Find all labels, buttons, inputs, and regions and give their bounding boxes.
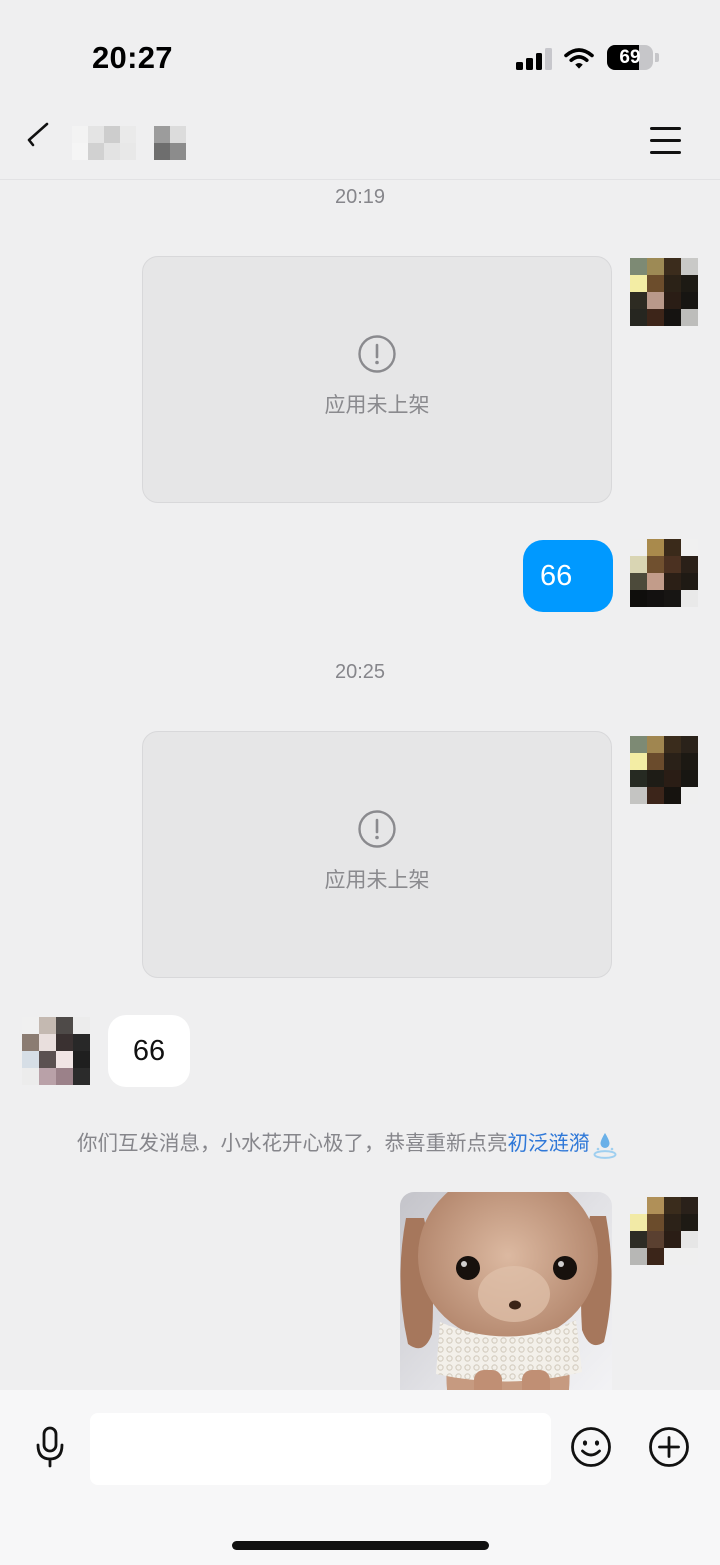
emoji-button[interactable]: [569, 1425, 613, 1469]
battery-tip: [655, 53, 659, 62]
status-time: 20:27: [92, 40, 173, 75]
app-share-card[interactable]: 应用未上架: [142, 731, 612, 978]
microphone-icon: [36, 1426, 64, 1468]
exclamation-circle-icon: [358, 810, 396, 848]
cellular-signal-icon: [516, 48, 552, 70]
hamburger-menu-icon: [650, 138, 681, 142]
battery-icon: 69: [607, 45, 653, 70]
system-notice-text: 你们互发消息，小水花开心极了，恭喜重新点亮: [77, 1132, 508, 1155]
hamburger-menu-icon: [650, 126, 681, 130]
app-share-card[interactable]: 应用未上架: [142, 256, 612, 503]
sent-message-bubble[interactable]: 66: [523, 540, 613, 612]
menu-button[interactable]: [644, 120, 686, 160]
contact-name-redacted[interactable]: [72, 126, 186, 160]
system-notice: 你们互发消息，小水花开心极了，恭喜重新点亮初泛涟漪: [77, 1129, 617, 1159]
signal-bar: [545, 48, 552, 70]
status-bar: 20:27 69: [0, 0, 720, 100]
exclamation-circle-icon: [358, 335, 396, 373]
signal-bar: [535, 53, 543, 70]
back-button[interactable]: [20, 118, 56, 154]
message-input[interactable]: [90, 1413, 551, 1485]
sent-image-message[interactable]: [400, 1192, 612, 1390]
message-text: 66: [132, 1035, 166, 1067]
message-text: 66: [540, 560, 573, 592]
app-card-status-text: 应用未上架: [324, 394, 430, 417]
notice-link[interactable]: 初泛涟漪: [508, 1132, 590, 1155]
my-avatar[interactable]: [630, 539, 698, 607]
wifi-icon: [564, 48, 594, 69]
photo-thumbnail: [400, 1192, 612, 1390]
message-timestamp: 20:25: [334, 661, 386, 683]
my-avatar[interactable]: [630, 1197, 698, 1265]
app-card-status-text: 应用未上架: [324, 869, 430, 892]
chat-header: [0, 100, 720, 180]
home-indicator[interactable]: [232, 1541, 489, 1550]
water-splash-icon: [593, 1132, 616, 1159]
hamburger-menu-icon: [650, 150, 681, 154]
contact-avatar[interactable]: [22, 1017, 90, 1085]
chevron-left-icon: [27, 122, 49, 147]
input-bar: [0, 1390, 720, 1565]
more-button[interactable]: [647, 1425, 691, 1469]
smiley-face-icon: [571, 1427, 611, 1467]
chat-area[interactable]: 20:19 应用未上架 66 20:25 应用未上架 66 你们互发消息，小水花…: [0, 180, 720, 1390]
my-avatar[interactable]: [630, 258, 698, 326]
plus-circle-icon: [649, 1427, 689, 1467]
signal-bar: [525, 58, 533, 70]
signal-bar: [516, 62, 523, 70]
received-message-bubble[interactable]: 66: [108, 1015, 190, 1087]
battery-level: 69: [619, 47, 641, 68]
message-timestamp: 20:19: [334, 186, 386, 208]
my-avatar[interactable]: [630, 736, 698, 804]
voice-button[interactable]: [30, 1423, 70, 1471]
